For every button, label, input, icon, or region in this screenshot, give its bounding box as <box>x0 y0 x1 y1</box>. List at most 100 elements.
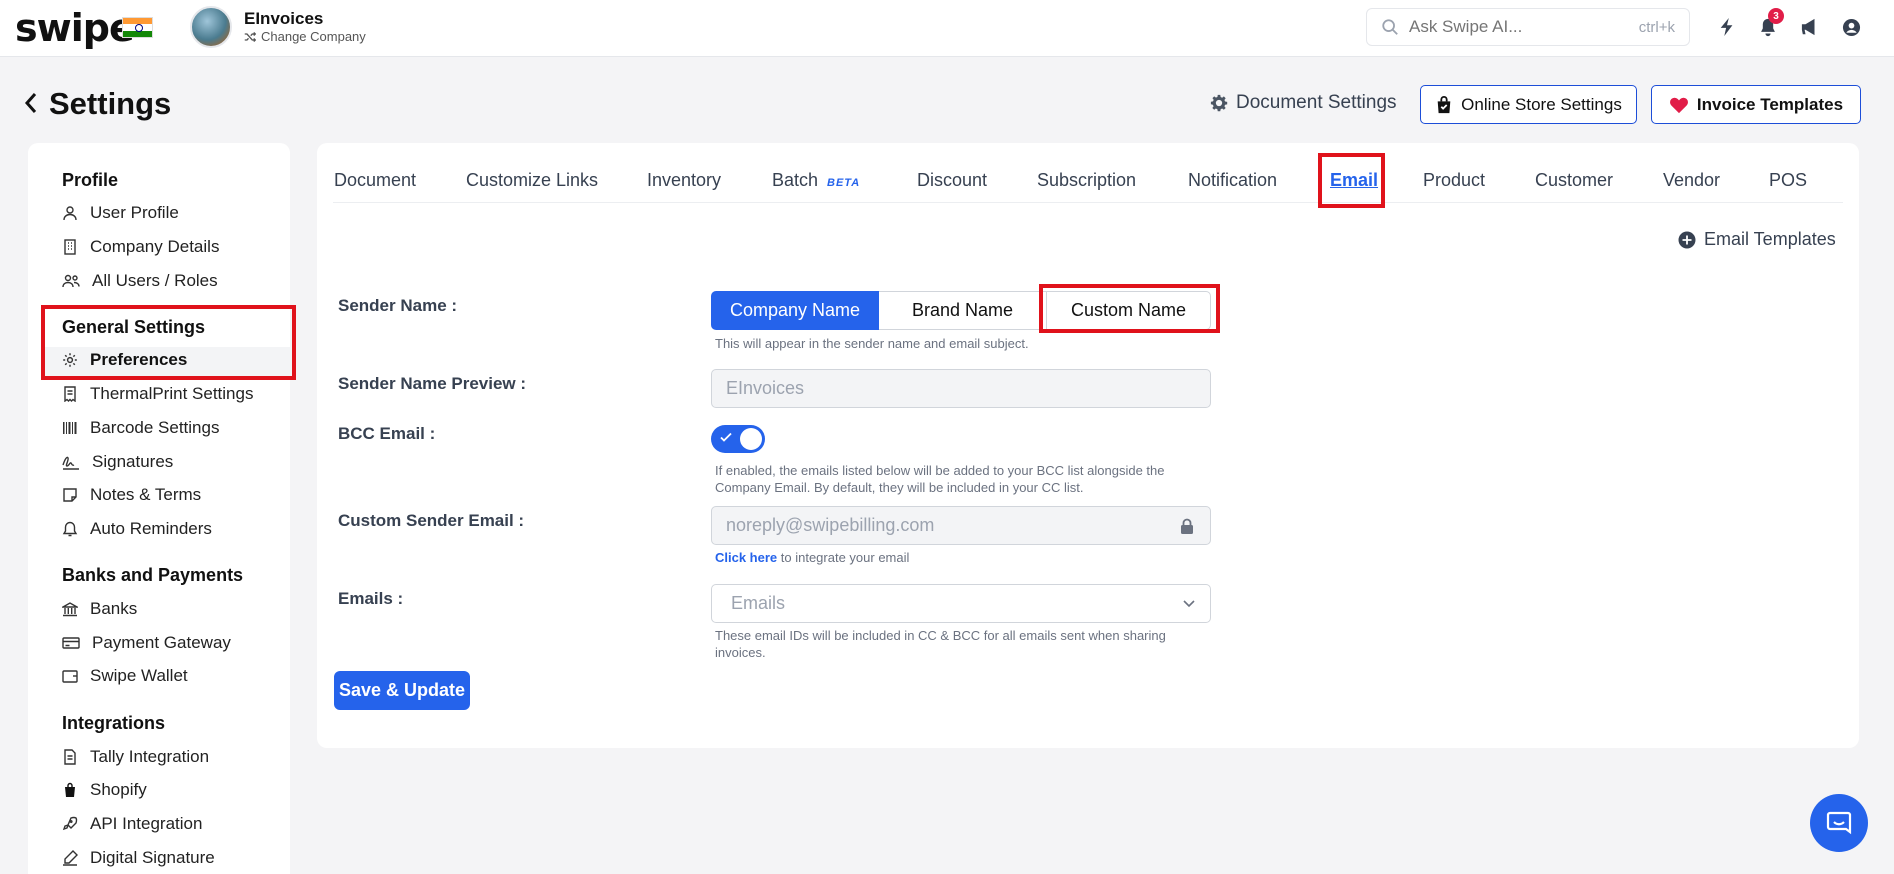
search-shortcut: ctrl+k <box>1638 18 1675 36</box>
company-avatar[interactable] <box>190 6 232 48</box>
credit-card-icon <box>62 637 80 649</box>
search-icon <box>1382 19 1398 35</box>
wallet-icon <box>62 670 78 683</box>
sidebar-item-auto-reminders[interactable]: Auto Reminders <box>62 519 212 539</box>
sidebar-section-integrations: Integrations <box>62 713 166 733</box>
sender-preview-field: EInvoices <box>711 369 1211 408</box>
signature-icon <box>62 456 79 470</box>
store-bag-icon <box>1437 95 1451 113</box>
sidebar-section-general-settings: General Settings <box>62 317 206 337</box>
sidebar-item-barcode-settings[interactable]: Barcode Settings <box>62 418 219 438</box>
notification-badge: 3 <box>1768 8 1784 24</box>
swipe-logo[interactable]: swipe <box>15 6 135 50</box>
sender-preview-value: EInvoices <box>726 378 805 398</box>
users-icon <box>62 274 80 288</box>
check-icon <box>720 432 732 442</box>
sidebar-item-user-profile[interactable]: User Profile <box>62 203 179 223</box>
sidebar-item-notes-terms[interactable]: Notes & Terms <box>62 485 201 505</box>
sidebar-item-tally-integration[interactable]: Tally Integration <box>62 747 209 767</box>
india-flag-icon <box>122 17 153 38</box>
chat-support-button[interactable] <box>1810 794 1868 852</box>
lock-icon <box>1181 518 1193 534</box>
toggle-knob <box>740 428 762 450</box>
tab-batch[interactable]: Batch BETA <box>772 170 860 191</box>
chat-bubble-icon <box>1826 811 1852 835</box>
sidebar-section-banks-payments: Banks and Payments <box>62 565 244 585</box>
shuffle-icon <box>244 31 256 42</box>
shopify-bag-icon <box>65 782 75 797</box>
note-icon <box>63 488 77 502</box>
gear-icon <box>1210 94 1228 112</box>
tab-email[interactable]: Email <box>1330 170 1378 191</box>
sender-option-brand-name[interactable]: Brand Name <box>879 291 1047 330</box>
user-icon <box>63 206 77 221</box>
email-templates-button[interactable]: Email Templates <box>1678 229 1836 250</box>
receipt-icon <box>64 386 76 402</box>
invoice-templates-label: Invoice Templates <box>1696 94 1844 114</box>
bank-icon <box>62 602 78 617</box>
back-arrow-icon[interactable] <box>24 92 38 119</box>
tab-subscription[interactable]: Subscription <box>1037 170 1136 191</box>
tab-document[interactable]: Document <box>334 170 416 191</box>
sidebar-section-profile: Profile <box>62 170 119 190</box>
barcode-icon <box>63 422 77 434</box>
pen-signature-icon <box>63 850 78 866</box>
settings-sidebar: Profile User Profile Company Details All… <box>28 143 290 874</box>
sidebar-item-signatures[interactable]: Signatures <box>62 452 173 472</box>
save-update-button[interactable]: Save & Update <box>334 671 470 710</box>
tab-discount[interactable]: Discount <box>917 170 987 191</box>
page-title: Settings <box>49 86 172 121</box>
document-icon <box>64 749 76 765</box>
sidebar-item-payment-gateway[interactable]: Payment Gateway <box>62 633 231 653</box>
top-bar: swipe EInvoices Change Company ctrl+k 3 <box>0 0 1894 57</box>
tab-inventory[interactable]: Inventory <box>647 170 721 191</box>
sender-option-custom-name[interactable]: Custom Name <box>1047 291 1211 330</box>
sidebar-item-api-integration[interactable]: API Integration <box>62 814 202 834</box>
integrate-email-hint: Click here to integrate your email <box>715 550 910 565</box>
tab-customer[interactable]: Customer <box>1535 170 1613 191</box>
sender-preview-label: Sender Name Preview : <box>338 374 527 393</box>
sidebar-item-swipe-wallet[interactable]: Swipe Wallet <box>62 666 188 686</box>
sidebar-item-digital-signature[interactable]: Digital Signature <box>62 848 215 868</box>
bcc-email-toggle[interactable] <box>711 425 765 453</box>
emails-label: Emails : <box>338 589 404 608</box>
custom-sender-email-field: noreply@swipebilling.com <box>711 506 1211 545</box>
company-name: EInvoices <box>244 9 324 28</box>
sidebar-item-thermalprint-settings[interactable]: ThermalPrint Settings <box>62 384 253 404</box>
online-store-settings-label: Online Store Settings <box>1461 94 1622 114</box>
email-settings-panel: Document Customize Links Inventory Batch… <box>317 143 1859 748</box>
email-templates-label: Email Templates <box>1704 229 1836 249</box>
emails-placeholder: Emails <box>731 593 786 613</box>
online-store-settings-button[interactable]: Online Store Settings <box>1420 85 1637 124</box>
tab-vendor[interactable]: Vendor <box>1663 170 1720 191</box>
sender-option-company-name[interactable]: Company Name <box>711 291 879 330</box>
bcc-email-label: BCC Email : <box>338 424 436 443</box>
user-account-icon[interactable] <box>1838 14 1864 40</box>
click-here-link[interactable]: Click here <box>715 550 777 565</box>
sidebar-item-company-details[interactable]: Company Details <box>62 237 219 257</box>
document-settings-button[interactable]: Document Settings <box>1210 92 1397 114</box>
tab-notification[interactable]: Notification <box>1188 170 1277 191</box>
tab-customize-links[interactable]: Customize Links <box>466 170 598 191</box>
tab-product[interactable]: Product <box>1423 170 1485 191</box>
change-company-link[interactable]: Change Company <box>244 29 366 44</box>
custom-sender-email-value: noreply@swipebilling.com <box>726 515 935 535</box>
beta-badge: BETA <box>827 177 861 189</box>
invoice-templates-button[interactable]: Invoice Templates <box>1651 85 1861 124</box>
tab-pos[interactable]: POS <box>1769 170 1807 191</box>
notification-bell-icon[interactable]: 3 <box>1755 8 1784 40</box>
sidebar-item-banks[interactable]: Banks <box>62 599 137 619</box>
search-input[interactable] <box>1409 17 1609 37</box>
lightning-icon[interactable] <box>1714 14 1740 40</box>
sidebar-item-preferences[interactable]: Preferences <box>62 350 187 370</box>
settings-tabs: Document Customize Links Inventory Batch… <box>317 143 1859 203</box>
gear-icon <box>63 353 77 367</box>
ask-ai-search[interactable]: ctrl+k <box>1366 8 1690 46</box>
bell-icon <box>62 521 78 537</box>
emails-select[interactable]: Emails <box>711 584 1211 623</box>
document-settings-label: Document Settings <box>1236 92 1397 113</box>
emails-hint: These email IDs will be included in CC &… <box>715 628 1166 660</box>
sidebar-item-shopify[interactable]: Shopify <box>62 780 147 800</box>
sidebar-item-all-users-roles[interactable]: All Users / Roles <box>62 271 218 291</box>
megaphone-icon[interactable] <box>1797 14 1823 40</box>
